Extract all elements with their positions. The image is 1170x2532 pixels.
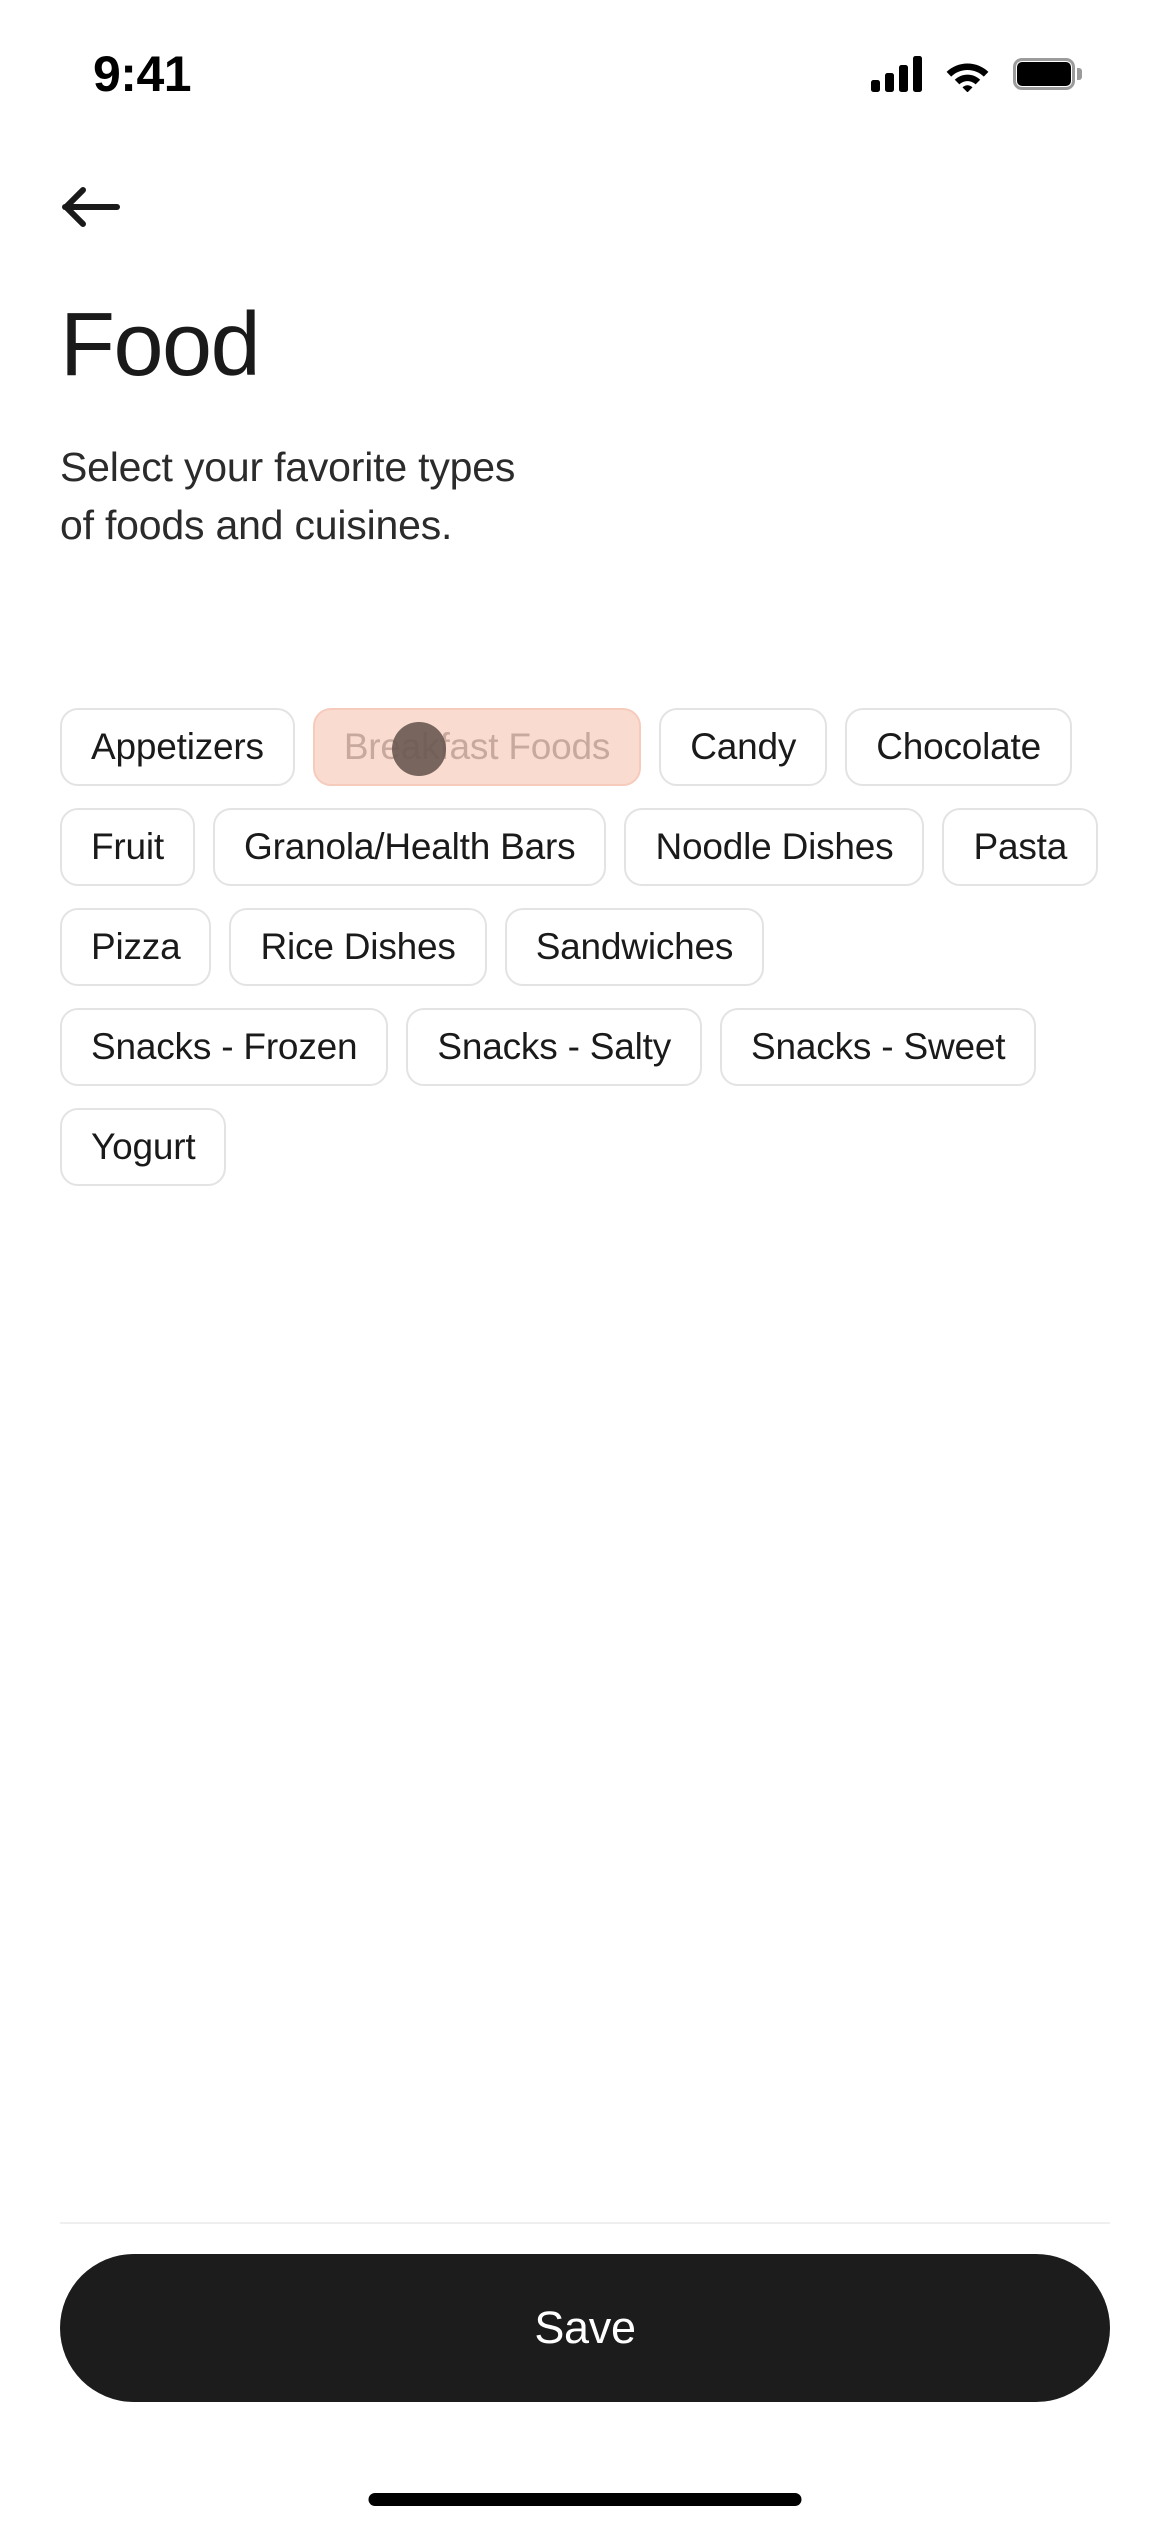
chip-label: Snacks - Frozen xyxy=(91,1026,358,1067)
chip-label: Pasta xyxy=(973,826,1068,867)
chip-label: Sandwiches xyxy=(535,926,734,967)
chip-label: Candy xyxy=(690,726,797,767)
chip-label: Noodle Dishes xyxy=(655,826,894,867)
chip-sandwiches[interactable]: Sandwiches xyxy=(504,908,765,986)
arrow-left-icon xyxy=(62,186,120,233)
chip-appetizers[interactable]: Appetizers xyxy=(60,708,295,786)
save-button[interactable]: Save xyxy=(60,2254,1110,2402)
page-header: Food Select your favorite types of foods… xyxy=(60,300,1060,554)
battery-full-icon xyxy=(1013,58,1082,90)
wifi-icon xyxy=(944,56,991,93)
chip-breakfast-foods[interactable]: Breakfast Foods xyxy=(312,708,642,786)
chip-label: Yogurt xyxy=(91,1126,196,1167)
chip-snacks-frozen[interactable]: Snacks - Frozen xyxy=(60,1008,389,1086)
home-indicator[interactable] xyxy=(368,2493,802,2506)
chip-label: Pizza xyxy=(91,926,181,967)
chip-granola-health-bars[interactable]: Granola/Health Bars xyxy=(213,808,607,886)
chip-fruit[interactable]: Fruit xyxy=(60,808,196,886)
chip-label: Snacks - Sweet xyxy=(751,1026,1006,1067)
app-screen: 9:41 Food Select your favorite types of … xyxy=(0,0,1170,2532)
chip-snacks-sweet[interactable]: Snacks - Sweet xyxy=(720,1008,1037,1086)
food-category-chip-list: Appetizers Breakfast Foods Candy Chocolate F… xyxy=(60,708,1110,1186)
chip-label: Appetizers xyxy=(91,726,264,767)
touch-point-indicator xyxy=(391,722,446,776)
chip-label: Rice Dishes xyxy=(260,926,456,967)
chip-pizza[interactable]: Pizza xyxy=(60,908,212,986)
chip-snacks-salty[interactable]: Snacks - Salty xyxy=(406,1008,703,1086)
chip-label: Granola/Health Bars xyxy=(244,826,576,867)
chip-yogurt[interactable]: Yogurt xyxy=(60,1108,227,1186)
page-title: Food xyxy=(60,295,261,395)
back-button[interactable] xyxy=(62,168,154,250)
chip-pasta[interactable]: Pasta xyxy=(942,808,1099,886)
status-bar-icons xyxy=(871,56,1082,93)
chip-noodle-dishes[interactable]: Noodle Dishes xyxy=(624,808,925,886)
page-subtitle: Select your favorite types of foods and … xyxy=(60,444,516,549)
cellular-signal-icon xyxy=(871,56,922,92)
chip-label: Snacks - Salty xyxy=(437,1026,672,1067)
chip-rice-dishes[interactable]: Rice Dishes xyxy=(229,908,487,986)
chip-label: Fruit xyxy=(91,826,165,867)
chip-chocolate[interactable]: Chocolate xyxy=(845,708,1073,786)
status-bar-time: 9:41 xyxy=(93,46,192,102)
chip-label: Breakfast Foods xyxy=(343,726,611,767)
chip-label: Chocolate xyxy=(876,726,1042,767)
status-bar: 9:41 xyxy=(0,0,1170,130)
footer-divider xyxy=(60,2222,1110,2224)
chip-candy[interactable]: Candy xyxy=(659,708,828,786)
